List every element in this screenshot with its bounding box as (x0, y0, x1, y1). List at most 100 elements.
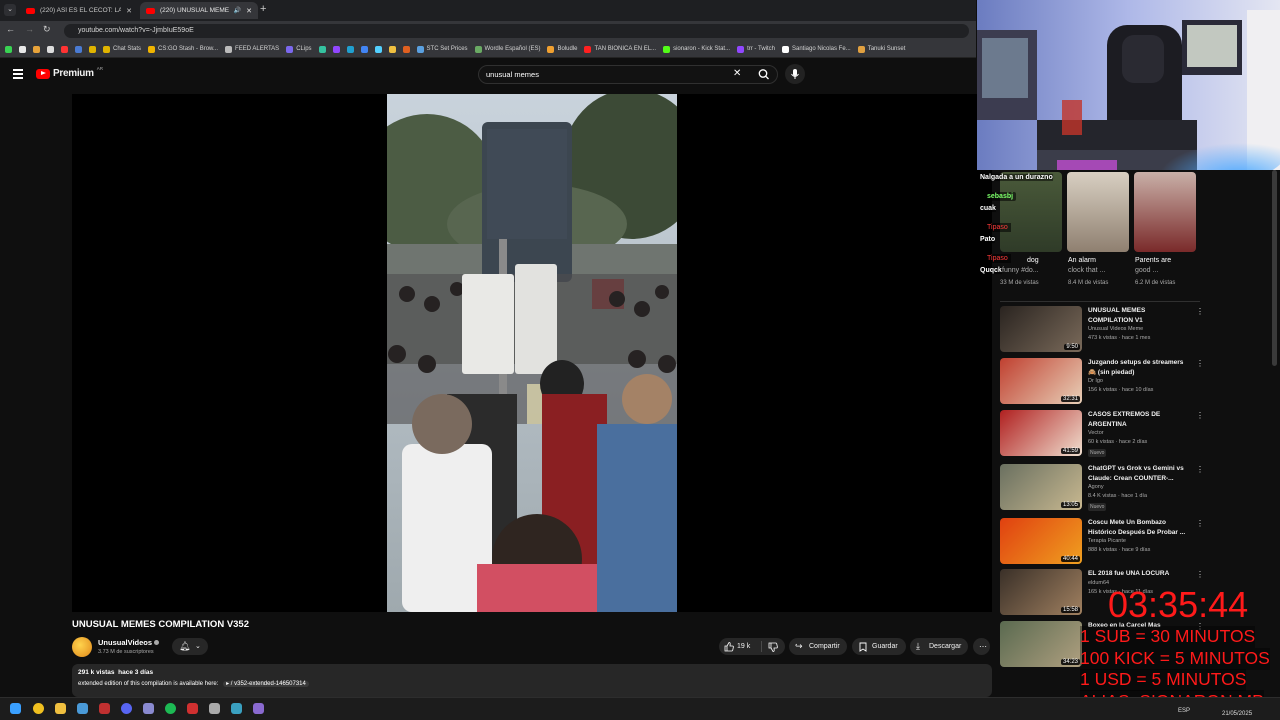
bookmark-item[interactable] (75, 45, 82, 53)
short-thumb-2[interactable] (1067, 172, 1129, 252)
recommendation-thumbnail[interactable]: 15:58 (1000, 569, 1082, 615)
more-actions-button[interactable]: ⋯ (973, 638, 990, 655)
recommendation-item[interactable]: 40:44 Coscu Mete Un Bombazo Histórico Des… (1000, 518, 1205, 566)
bookmark-item[interactable] (360, 45, 368, 53)
recommendation-item[interactable]: 41:59 CASOS EXTREMOS DE ARGENTINA ⋮ Vector 6… (1000, 410, 1205, 458)
short-thumb-3[interactable] (1134, 172, 1196, 252)
bookmark-item[interactable]: Wordle Español (ES) (474, 45, 540, 53)
bookmark-item[interactable]: Boludle (547, 45, 577, 53)
short-title[interactable]: clock that ... (1068, 267, 1105, 274)
recommendation-thumbnail[interactable]: 41:59 (1000, 410, 1082, 456)
close-tab-icon[interactable]: ✕ (126, 7, 132, 15)
clear-icon[interactable]: ✕ (733, 68, 741, 79)
app-icon[interactable] (187, 703, 198, 714)
bookmark-item[interactable] (346, 45, 354, 53)
tab-cecot[interactable]: (220) ASÍ ES EL CECOT: LA CÁR ✕ (20, 2, 138, 19)
more-vert-icon[interactable]: ⋮ (1196, 411, 1204, 420)
sidebar-scrollbar[interactable] (1272, 170, 1277, 366)
language-indicator[interactable]: ESP (1178, 708, 1190, 714)
app-icon[interactable] (99, 703, 110, 714)
recommendation-channel[interactable]: Unusual Videos Meme (1088, 326, 1143, 332)
spotify-icon[interactable] (165, 703, 176, 714)
description-box[interactable]: 291 k vistas hace 3 días extended editio… (72, 664, 992, 697)
bookmark-item[interactable]: CLips (286, 45, 312, 53)
short-title[interactable]: Parents are (1135, 257, 1171, 264)
short-title[interactable]: good ... (1135, 267, 1158, 274)
share-button[interactable]: ↪ Compartir (789, 638, 847, 655)
bookmark-item[interactable] (19, 45, 26, 53)
recommendation-item[interactable]: 13:05 ChatGPT vs Grok vs Gemini vs Claude… (1000, 464, 1205, 512)
more-vert-icon[interactable]: ⋮ (1196, 359, 1204, 368)
description-link[interactable]: ▸ / v352-extended-146507314 (223, 681, 309, 687)
more-vert-icon[interactable]: ⋮ (1196, 519, 1204, 528)
recommendation-thumbnail[interactable]: 13:05 (1000, 464, 1082, 510)
bookmark-item[interactable] (402, 45, 410, 53)
new-tab-button[interactable]: + (260, 3, 266, 15)
recommendation-channel[interactable]: Dr Igo (1088, 378, 1103, 384)
more-vert-icon[interactable]: ⋮ (1196, 570, 1204, 579)
recommendation-item[interactable]: 9:50 UNUSUAL MEMES COMPILATION V1 ⋮ Unusual… (1000, 306, 1205, 354)
back-icon[interactable]: ← (6, 24, 15, 34)
recommendation-thumbnail[interactable]: 32:31 (1000, 358, 1082, 404)
audio-icon[interactable]: 🔊 (234, 7, 241, 14)
bookmark-item[interactable] (89, 45, 96, 53)
recommendation-title[interactable]: EL 2018 fue UNA LOCURA (1088, 569, 1188, 579)
bookmark-item[interactable]: FEED ALERTAS (225, 45, 279, 53)
recommendation-title[interactable]: UNUSUAL MEMES COMPILATION V1 (1088, 306, 1188, 326)
recommendation-thumbnail[interactable]: 9:50 (1000, 306, 1082, 352)
recommendation-channel[interactable]: Terapia Picante (1088, 538, 1126, 544)
tab-list-icon[interactable]: ⌄ (4, 4, 16, 16)
bookmark-item[interactable]: Tanuki Sunset (857, 45, 905, 53)
app-icon[interactable] (143, 703, 154, 714)
menu-icon[interactable] (13, 69, 23, 79)
search-box[interactable]: unusual memes ✕ (478, 65, 778, 84)
forward-icon[interactable]: → (25, 24, 34, 34)
steam-icon[interactable] (77, 703, 88, 714)
close-tab-icon[interactable]: ✕ (246, 7, 252, 15)
subscribe-bell-button[interactable]: 🔔︎ ⌄ (172, 638, 208, 655)
recommendation-title[interactable]: ChatGPT vs Grok vs Gemini vs Claude: Cre… (1088, 464, 1188, 484)
bookmark-item[interactable] (47, 45, 54, 53)
app-icon[interactable] (209, 703, 220, 714)
chrome-icon[interactable] (33, 703, 44, 714)
bookmark-item[interactable] (374, 45, 382, 53)
tab-unusual-memes[interactable]: (220) UNUSUAL MEMES CO 🔊 ✕ (140, 2, 258, 19)
bookmark-item[interactable]: trr - Twitch (737, 45, 775, 53)
discord-icon[interactable] (121, 703, 132, 714)
more-vert-icon[interactable]: ⋮ (1196, 307, 1204, 316)
recommendation-channel[interactable]: Agony (1088, 484, 1104, 490)
search-button[interactable] (750, 65, 778, 84)
channel-name[interactable]: UnusualVideos (98, 638, 152, 647)
voice-search-button[interactable] (785, 64, 805, 84)
bookmark-item[interactable] (388, 45, 396, 53)
search-input[interactable]: unusual memes (486, 70, 539, 79)
like-button[interactable]: 19 k (719, 638, 759, 655)
youtube-logo[interactable]: Premium AR (36, 66, 103, 79)
more-vert-icon[interactable]: ⋮ (1196, 465, 1204, 474)
app-icon[interactable] (253, 703, 264, 714)
url-bar[interactable]: youtube.com/watch?v=-JjmbIuE59oE (64, 24, 969, 38)
clock-date[interactable]: 21/05/2025 (1222, 711, 1252, 717)
dislike-button[interactable] (763, 638, 785, 655)
bookmark-item[interactable] (332, 45, 340, 53)
folder-icon[interactable] (55, 703, 66, 714)
bookmark-item[interactable]: TAN BIONICA EN EL... (584, 45, 656, 53)
video-frame[interactable] (387, 94, 677, 612)
save-button[interactable]: Guardar (852, 638, 906, 655)
app-icon[interactable] (231, 703, 242, 714)
recommendation-title[interactable]: CASOS EXTREMOS DE ARGENTINA (1088, 410, 1188, 430)
bookmark-item[interactable] (318, 45, 326, 53)
windows-start-icon[interactable] (10, 703, 21, 714)
bookmark-item[interactable]: Santiago Nicolas Fe... (781, 45, 851, 53)
short-title[interactable]: An alarm (1068, 257, 1096, 264)
recommendation-channel[interactable]: Vector (1088, 430, 1104, 436)
bookmark-item[interactable] (33, 45, 40, 53)
channel-avatar[interactable] (72, 637, 92, 657)
recommendation-thumbnail[interactable]: 34:23 (1000, 621, 1082, 667)
recommendation-channel[interactable]: eldum64 (1088, 580, 1109, 586)
recommendation-title[interactable]: Juzgando setups de streamers 🙈 (sin pied… (1088, 358, 1188, 378)
recommendation-item[interactable]: 32:31 Juzgando setups de streamers 🙈 (sin… (1000, 358, 1205, 406)
bookmark-item[interactable]: STC Set Prices (416, 45, 468, 53)
download-button[interactable]: ⤓ Descargar (910, 638, 968, 655)
bookmark-item[interactable]: Chat Stats (103, 45, 141, 53)
